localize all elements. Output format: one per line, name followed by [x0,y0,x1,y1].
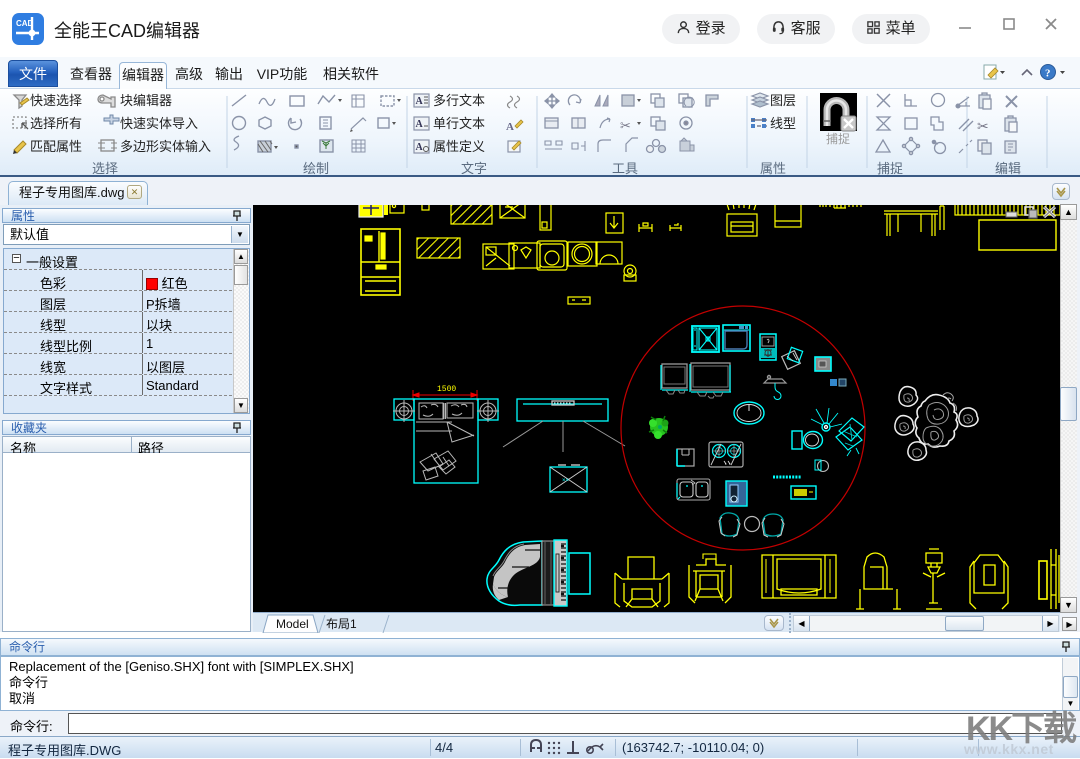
svg-text:A: A [416,96,424,107]
svg-text:A: A [506,121,514,133]
svg-text:1500: 1500 [437,385,456,394]
svg-text:A: A [416,119,424,130]
svg-text:✂: ✂ [620,118,631,133]
svg-text:多行文本: 多行文本 [433,93,485,108]
svg-text:A: A [416,142,424,153]
svg-text:Model: Model [276,617,309,631]
svg-text:线型: 线型 [770,116,796,131]
svg-text:快速实体导入: 快速实体导入 [120,116,198,131]
svg-text:块编辑器: 块编辑器 [120,93,172,108]
svg-text:捕捉: 捕捉 [826,131,850,146]
svg-text:单行文本: 单行文本 [433,116,485,131]
svg-text:选择所有: 选择所有 [30,116,82,131]
svg-text:✂: ✂ [977,118,989,134]
svg-text:图层: 图层 [770,93,796,108]
svg-text:多边形实体输入: 多边形实体输入 [120,139,211,154]
svg-text:匹配属性: 匹配属性 [30,139,82,154]
svg-text:布局1: 布局1 [326,617,357,631]
svg-text:××: ×× [562,478,570,484]
svg-text:属性定义: 属性定义 [433,139,485,154]
svg-text:快速选择: 快速选择 [30,93,82,108]
svg-text:?: ? [1045,68,1051,80]
